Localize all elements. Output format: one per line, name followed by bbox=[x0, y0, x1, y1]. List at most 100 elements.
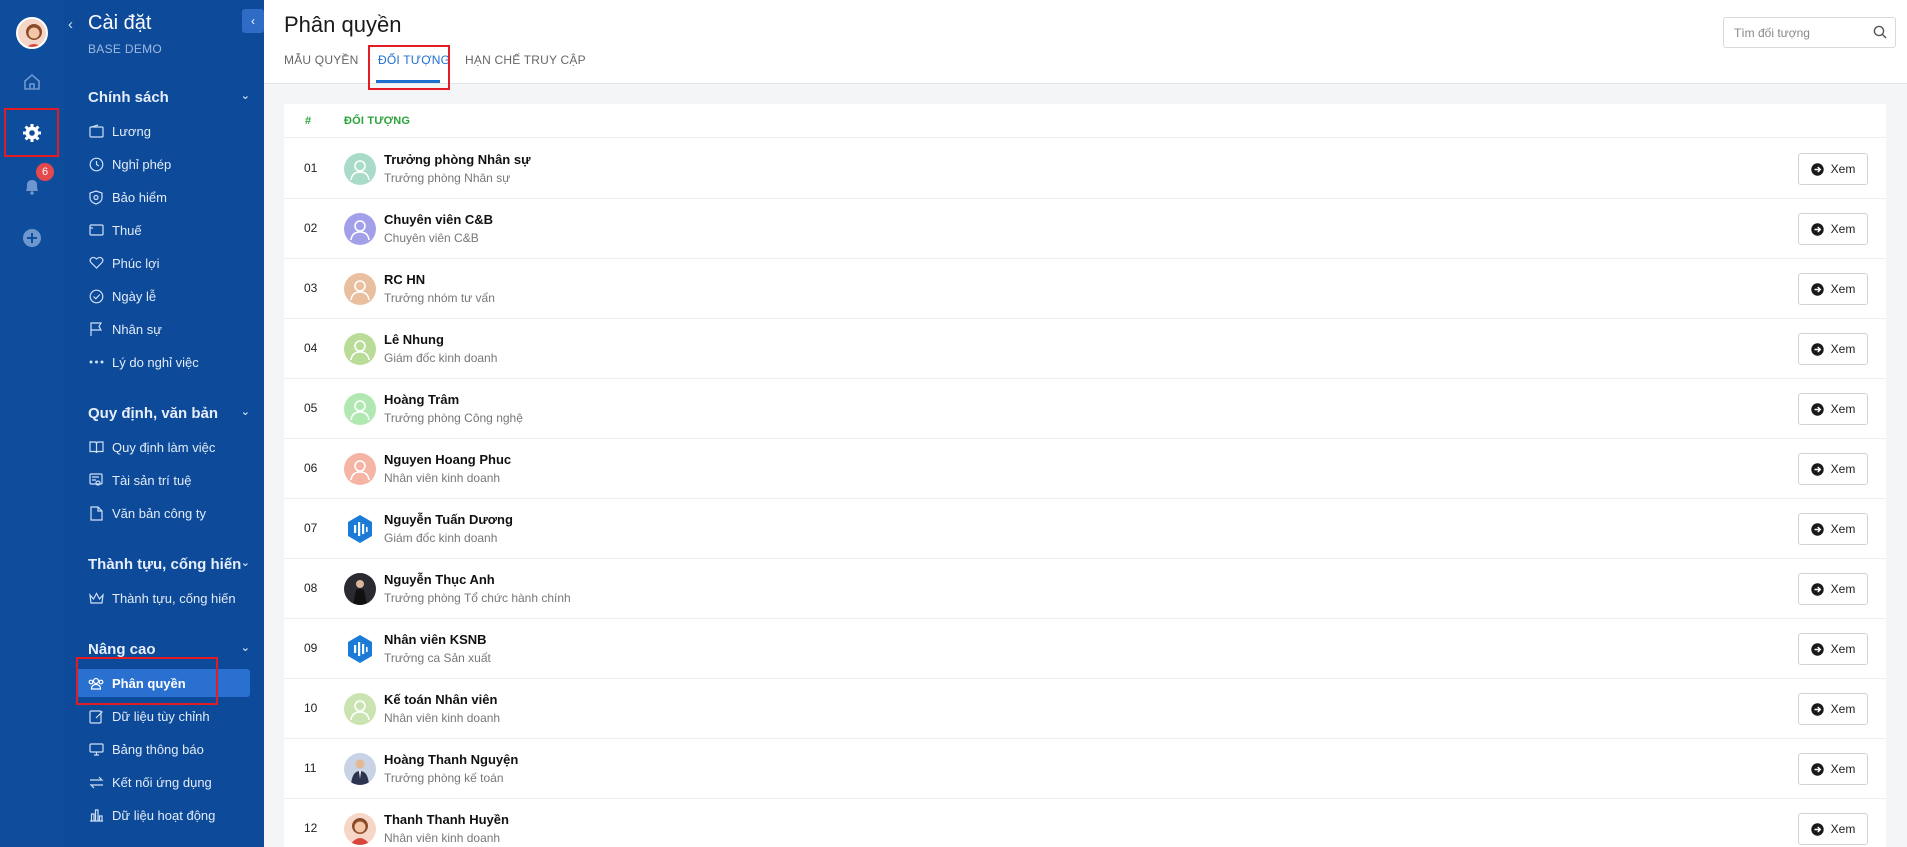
view-button-label: Xem bbox=[1830, 282, 1856, 296]
sidebar-item-tai-san-tri-tue[interactable]: Tài sản trí tuệ bbox=[88, 467, 250, 493]
page-title: Phân quyền bbox=[284, 12, 402, 37]
row-number: 10 bbox=[304, 701, 318, 715]
add-circle-icon[interactable] bbox=[22, 228, 42, 248]
tab-han-che-truy-cap[interactable]: HẠN CHẾ TRUY CẬP bbox=[465, 53, 586, 67]
object-name: Kế toán Nhân viên bbox=[384, 692, 498, 707]
document-icon bbox=[88, 505, 104, 521]
chevron-down-icon: ⌄ bbox=[240, 642, 250, 654]
view-button[interactable]: Xem bbox=[1798, 513, 1868, 545]
sidebar-item-phuc-loi[interactable]: Phúc lợi bbox=[88, 250, 250, 276]
object-role: Trưởng nhóm tư vấn bbox=[384, 291, 495, 305]
sidebar-item-label: Văn bản công ty bbox=[112, 505, 206, 521]
icon-rail: 6 bbox=[0, 0, 64, 847]
sidebar-item-label: Dữ liệu tùy chỉnh bbox=[112, 708, 210, 724]
sidebar-item-du-lieu-hoat-dong[interactable]: Dữ liệu hoạt động bbox=[88, 802, 250, 828]
section-chinh-sach[interactable]: Chính sách ⌄ bbox=[88, 89, 250, 106]
row-number: 09 bbox=[304, 641, 318, 655]
hands-heart-icon bbox=[88, 255, 104, 271]
arrow-right-circle-icon bbox=[1810, 342, 1824, 356]
sidebar-item-bao-hiem[interactable]: Bảo hiểm bbox=[88, 184, 250, 210]
chevron-down-icon: ⌄ bbox=[240, 90, 250, 102]
sidebar-item-bang-thong-bao[interactable]: Bảng thông báo bbox=[88, 736, 250, 762]
view-button[interactable]: Xem bbox=[1798, 453, 1868, 485]
section-quy-dinh-van-ban[interactable]: Quy định, văn bản ⌄ bbox=[88, 405, 250, 422]
section-thanh-tuu[interactable]: Thành tựu, cống hiến ⌄ bbox=[88, 556, 250, 573]
row-number: 07 bbox=[304, 521, 318, 535]
gear-icon[interactable] bbox=[22, 123, 42, 143]
view-button-label: Xem bbox=[1830, 402, 1856, 416]
sidebar-item-thanh-tuu-cong-hien[interactable]: Thành tựu, cống hiến bbox=[88, 585, 250, 611]
object-role: Chuyên viên C&B bbox=[384, 231, 479, 245]
view-button-label: Xem bbox=[1830, 762, 1856, 776]
sidebar-item-van-ban-cong-ty[interactable]: Văn bản công ty bbox=[88, 500, 250, 526]
phan-quyen-highlight bbox=[76, 657, 218, 705]
row-number: 04 bbox=[304, 341, 318, 355]
object-name: RC HN bbox=[384, 272, 426, 287]
object-role: Trưởng phòng kế toán bbox=[384, 771, 504, 785]
search-icon[interactable] bbox=[1873, 25, 1887, 44]
sidebar-item-label: Kết nối ứng dụng bbox=[112, 774, 212, 790]
table-row: 07 Nguyễn Tuấn Dương Giám đốc kinh doanh Xe… bbox=[284, 499, 1886, 559]
column-header-object: ĐỐI TƯỢNG bbox=[344, 115, 411, 127]
object-role: Trưởng phòng Tổ chức hành chính bbox=[384, 591, 571, 605]
sidebar-item-label: Ngày lễ bbox=[112, 288, 157, 304]
sidebar-item-label: Lương bbox=[112, 123, 151, 139]
view-button[interactable]: Xem bbox=[1798, 573, 1868, 605]
collapse-sidebar-button[interactable]: ‹ bbox=[242, 9, 264, 33]
back-arrow-icon[interactable]: ‹ bbox=[68, 16, 73, 33]
sidebar-item-label: Dữ liệu hoạt động bbox=[112, 807, 216, 823]
avatar bbox=[344, 813, 376, 845]
row-number: 11 bbox=[304, 761, 317, 775]
sidebar-item-ngay-le[interactable]: Ngày lễ bbox=[88, 283, 250, 309]
dots-icon bbox=[88, 354, 104, 370]
view-button[interactable]: Xem bbox=[1798, 153, 1868, 185]
sidebar-item-label: Nhân sự bbox=[112, 321, 162, 337]
avatar bbox=[344, 153, 376, 185]
sidebar-item-ly-do-nghi-viec[interactable]: Lý do nghỉ việc bbox=[88, 349, 250, 375]
object-name: Trưởng phòng Nhân sự bbox=[384, 152, 531, 167]
home-icon[interactable] bbox=[22, 72, 42, 92]
chart-icon bbox=[88, 807, 104, 823]
search-box[interactable] bbox=[1723, 17, 1896, 48]
search-input[interactable] bbox=[1724, 18, 1864, 47]
row-number: 08 bbox=[304, 581, 318, 595]
chevron-down-icon: ⌄ bbox=[240, 557, 250, 569]
sidebar-item-luong[interactable]: Lương bbox=[88, 118, 250, 144]
section-nang-cao[interactable]: Nâng cao ⌄ bbox=[88, 641, 250, 658]
user-avatar[interactable] bbox=[16, 17, 48, 49]
table-row: 08 Nguyễn Thục Anh Trưởng phòng Tổ chức hà… bbox=[284, 559, 1886, 619]
view-button[interactable]: Xem bbox=[1798, 693, 1868, 725]
sidebar-item-thue[interactable]: Thuế bbox=[88, 217, 250, 243]
tab-mau-quyen[interactable]: MẪU QUYỀN bbox=[284, 53, 358, 67]
sidebar-item-du-lieu-tuy-chinh[interactable]: Dữ liệu tùy chỉnh bbox=[88, 703, 250, 729]
sidebar-item-ket-noi-ung-dung[interactable]: Kết nối ứng dụng bbox=[88, 769, 250, 795]
arrow-right-circle-icon bbox=[1810, 642, 1824, 656]
view-button-label: Xem bbox=[1830, 642, 1856, 656]
sidebar-item-label: Thuế bbox=[112, 222, 142, 238]
view-button[interactable]: Xem bbox=[1798, 393, 1868, 425]
sidebar-item-label: Quy định làm việc bbox=[112, 439, 216, 455]
section-title: Quy định, văn bản bbox=[88, 405, 219, 422]
sidebar-item-label: Bảo hiểm bbox=[112, 189, 167, 205]
view-button-label: Xem bbox=[1830, 702, 1856, 716]
view-button[interactable]: Xem bbox=[1798, 213, 1868, 245]
sidebar-item-quy-dinh-lam-viec[interactable]: Quy định làm việc bbox=[88, 434, 250, 460]
object-name: Chuyên viên C&B bbox=[384, 212, 494, 227]
view-button[interactable]: Xem bbox=[1798, 813, 1868, 845]
object-role: Nhân viên kinh doanh bbox=[384, 831, 501, 845]
wallet-icon bbox=[88, 123, 104, 139]
object-name: Nhân viên KSNB bbox=[384, 632, 487, 647]
object-role: Trưởng phòng Nhân sự bbox=[384, 171, 511, 185]
check-circle-icon bbox=[88, 288, 104, 304]
view-button[interactable]: Xem bbox=[1798, 633, 1868, 665]
avatar bbox=[344, 333, 376, 365]
view-button[interactable]: Xem bbox=[1798, 753, 1868, 785]
section-title: Chính sách bbox=[88, 89, 169, 106]
view-button[interactable]: Xem bbox=[1798, 333, 1868, 365]
sidebar-item-nghi-phep[interactable]: Nghỉ phép bbox=[88, 151, 250, 177]
view-button[interactable]: Xem bbox=[1798, 273, 1868, 305]
object-role: Nhân viên kinh doanh bbox=[384, 711, 501, 725]
chevron-down-icon: ⌄ bbox=[240, 406, 250, 418]
certificate-icon bbox=[88, 472, 104, 488]
sidebar-item-nhan-su[interactable]: Nhân sự bbox=[88, 316, 250, 342]
